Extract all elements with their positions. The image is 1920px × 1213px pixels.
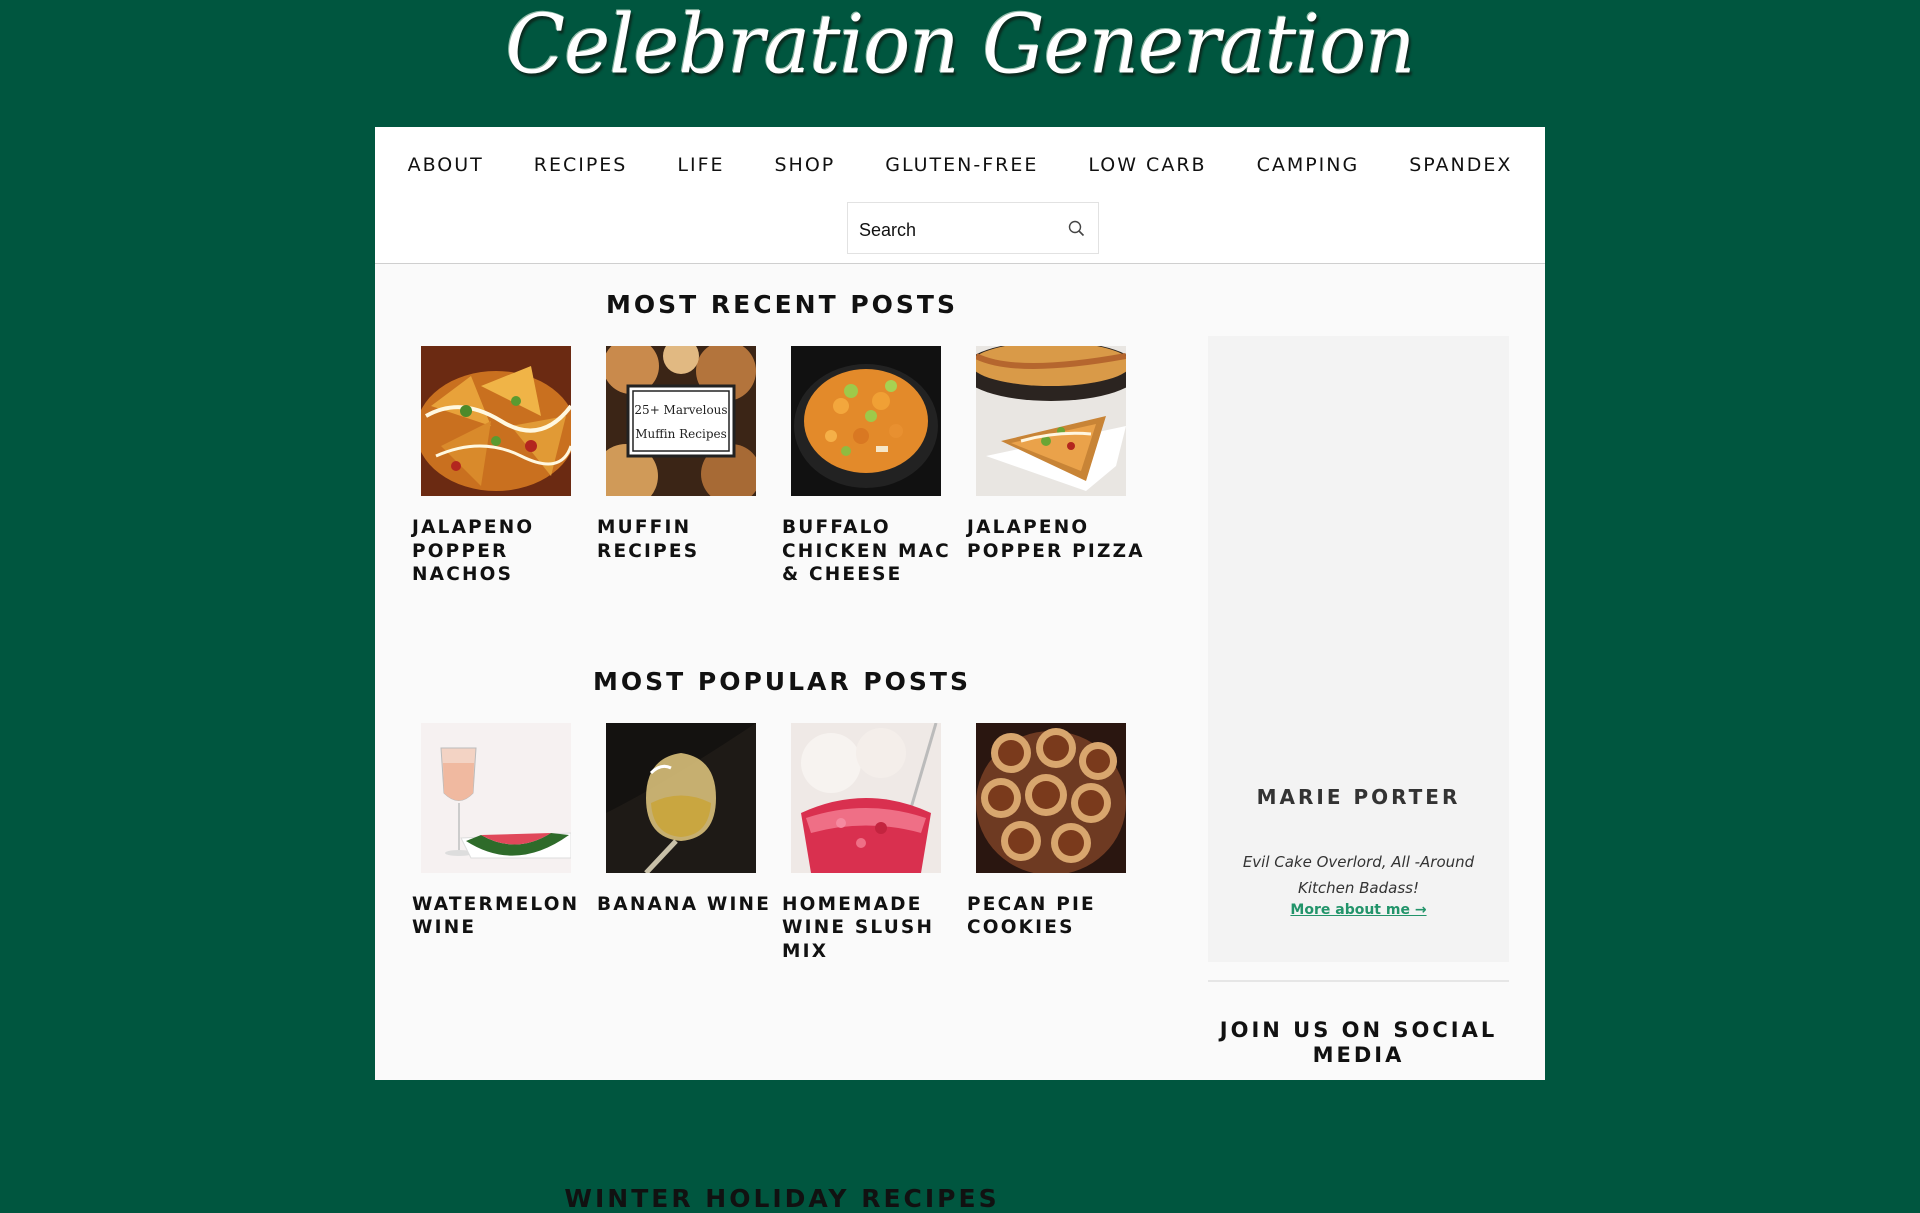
post-card[interactable]: JALAPENO POPPER PIZZA: [967, 346, 1152, 587]
section-title-winter-holiday: WINTER HOLIDAY RECIPES: [564, 1184, 1000, 1213]
post-card[interactable]: WATERMELON WINE: [412, 722, 597, 964]
svg-text:25+ Marvelous: 25+ Marvelous: [634, 403, 727, 417]
post-title[interactable]: JALAPENO POPPER PIZZA: [967, 516, 1152, 563]
post-card[interactable]: BUFFALO CHICKEN MAC & CHEESE: [782, 346, 967, 587]
author-bio: Evil Cake Overlord, All -Around Kitchen …: [1242, 853, 1475, 897]
nav-item-life[interactable]: LIFE: [652, 152, 749, 178]
author-widget: MARIE PORTER Evil Cake Overlord, All -Ar…: [1208, 336, 1509, 962]
nav-item-camping[interactable]: CAMPING: [1232, 152, 1385, 178]
nav-menu: ABOUT RECIPES LIFE SHOP GLUTEN-FREE LOW …: [375, 152, 1545, 178]
popular-posts-grid: WATERMELON WINE BANANA WINE HOMEMADE WIN…: [412, 722, 1152, 964]
post-thumbnail-pizza[interactable]: [976, 346, 1126, 496]
nav-item-shop[interactable]: SHOP: [750, 152, 861, 178]
post-card[interactable]: PECAN PIE COOKIES: [967, 722, 1152, 964]
post-card[interactable]: 25+ Marvelous Muffin Recipes MUFFIN RECI…: [597, 346, 782, 587]
post-title[interactable]: PECAN PIE COOKIES: [967, 893, 1152, 940]
post-title[interactable]: BANANA WINE: [597, 893, 782, 917]
nav-item-recipes[interactable]: RECIPES: [509, 152, 653, 178]
nav-item-about[interactable]: ABOUT: [383, 152, 509, 178]
nav-item-gluten-free[interactable]: GLUTEN-FREE: [860, 152, 1063, 178]
search-icon[interactable]: [1064, 216, 1090, 242]
post-title[interactable]: MUFFIN RECIPES: [597, 516, 782, 563]
post-title[interactable]: JALAPENO POPPER NACHOS: [412, 516, 597, 587]
recent-posts-grid: JALAPENO POPPER NACHOS 25+ Marvelous Muf…: [412, 346, 1152, 587]
post-thumbnail-muffins[interactable]: 25+ Marvelous Muffin Recipes: [606, 346, 756, 496]
post-thumbnail-nachos[interactable]: [421, 346, 571, 496]
site-title-logo[interactable]: Celebration Generation: [505, 0, 1415, 103]
more-about-me-link[interactable]: More about me →: [1208, 902, 1509, 918]
section-title-recent: MOST RECENT POSTS: [606, 290, 958, 319]
sidebar-divider: [1208, 980, 1509, 982]
section-title-popular: MOST POPULAR POSTS: [593, 666, 971, 696]
search-form: [847, 202, 1099, 254]
post-title[interactable]: HOMEMADE WINE SLUSH MIX: [782, 893, 967, 964]
search-input[interactable]: [857, 216, 1061, 244]
post-thumbnail-mac-cheese[interactable]: [791, 346, 941, 496]
author-name: MARIE PORTER: [1256, 785, 1461, 809]
page-container: ABOUT RECIPES LIFE SHOP GLUTEN-FREE LOW …: [375, 127, 1545, 1213]
post-thumbnail-banana-wine[interactable]: [606, 722, 756, 873]
post-thumbnail-pecan-cookies[interactable]: [976, 722, 1126, 873]
post-card[interactable]: JALAPENO POPPER NACHOS: [412, 346, 597, 587]
nav-item-low-carb[interactable]: LOW CARB: [1063, 152, 1231, 178]
post-title[interactable]: WATERMELON WINE: [412, 893, 597, 940]
post-card[interactable]: BANANA WINE: [597, 722, 782, 964]
site-header: Celebration Generation: [0, 0, 1920, 127]
post-card[interactable]: HOMEMADE WINE SLUSH MIX: [782, 722, 967, 964]
main-content: MOST RECENT POSTS JALAPENO POPPER NACHOS: [412, 290, 1152, 1213]
nav-item-spandex[interactable]: SPANDEX: [1384, 152, 1537, 178]
primary-navigation: ABOUT RECIPES LIFE SHOP GLUTEN-FREE LOW …: [375, 127, 1545, 264]
post-thumbnail-wine-slush[interactable]: [791, 722, 941, 873]
svg-text:Muffin Recipes: Muffin Recipes: [635, 427, 727, 441]
social-media-title: JOIN US ON SOCIAL MEDIA: [1219, 1018, 1498, 1067]
post-title[interactable]: BUFFALO CHICKEN MAC & CHEESE: [782, 516, 967, 587]
post-thumbnail-watermelon-wine[interactable]: [421, 722, 571, 873]
sidebar: MARIE PORTER Evil Cake Overlord, All -Ar…: [1208, 336, 1509, 1068]
